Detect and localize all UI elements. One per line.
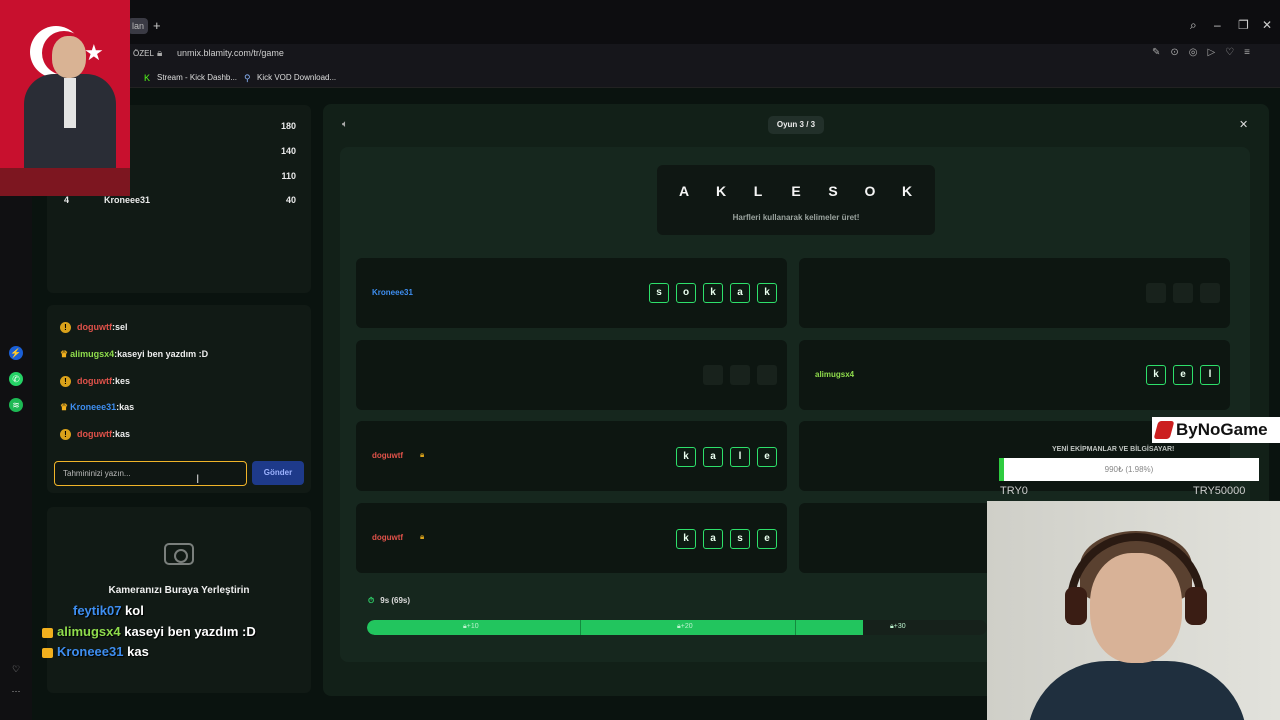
round-indicator: Oyun 3 / 3 (768, 116, 824, 134)
coin-icon: ! (60, 322, 71, 334)
browser-tab[interactable]: lan (128, 18, 148, 34)
timer-progress: 🔒︎+10 🔒︎+20 🔒︎+30 (367, 620, 987, 635)
bookmark-kick-dashboard[interactable]: Stream - Kick Dashb... (157, 73, 237, 82)
word-letter: a (730, 283, 750, 303)
word-letter: l (730, 447, 750, 467)
letter-tile: K (901, 183, 913, 199)
letter-tile: K (715, 183, 727, 199)
coin-icon: ! (60, 376, 71, 388)
link-icon: ⚲ (244, 73, 251, 83)
progress-mark: 🔒︎+30 (890, 623, 906, 630)
webcam-video (987, 501, 1280, 720)
search-icon[interactable]: ⌕ (1190, 18, 1197, 33)
crown-icon: ♛ (60, 349, 69, 359)
screen: lan + ⌕ – ❐ ✕ ÖZEL 🔒︎ unmix.blamity.com/… (0, 0, 1280, 720)
stopwatch-icon: ⏱︎ (368, 596, 375, 605)
word-letter: k (757, 283, 777, 303)
new-tab-icon[interactable]: + (153, 18, 167, 34)
progress-divider (795, 620, 796, 635)
slot-player-name: alimugsx4 (815, 370, 855, 379)
word-letter: o (676, 283, 696, 303)
donation-max: TRY50000 (1193, 485, 1246, 497)
camera-panel (47, 507, 311, 693)
empty-letter (1173, 283, 1193, 303)
overlay-chat-message: alimugsx4 kaseyi ben yazdım :D (42, 624, 256, 642)
messenger-icon[interactable]: ⚡ (9, 346, 23, 360)
word-letter: k (676, 529, 696, 549)
progress-divider (580, 620, 581, 635)
progress-mark: 🔒︎+20 (677, 623, 693, 630)
donation-goal-title: YENİ EKİPMANLAR VE BİLGİSAYAR! (1052, 446, 1175, 453)
crown-icon (42, 627, 53, 638)
empty-letter (730, 365, 750, 385)
letter-tile: O (864, 183, 876, 199)
empty-letter (1146, 283, 1166, 303)
heart-icon[interactable]: ♡ (9, 662, 23, 676)
more-icon[interactable]: ⋯ (9, 684, 23, 698)
empty-letter (703, 365, 723, 385)
letter-tile: L (753, 183, 763, 199)
text-cursor-icon: I (196, 472, 200, 486)
lock-icon: 🔒︎ (420, 450, 425, 459)
word-letter: k (676, 447, 696, 467)
crown-icon: ♛ (60, 402, 69, 412)
word-letter: e (757, 529, 777, 549)
whatsapp-icon[interactable]: ✆ (9, 372, 23, 386)
word-letter: l (1200, 365, 1220, 385)
empty-letter (757, 365, 777, 385)
word-letter: s (730, 529, 750, 549)
overlay-chat-message: feytik07 kol (73, 603, 144, 618)
kick-icon: K (144, 73, 151, 83)
chat-message: ♛ alimugsx4:kaseyi ben yazdım :D (60, 349, 209, 359)
word-letter: k (1146, 365, 1166, 385)
spotify-icon[interactable]: ≋ (9, 398, 23, 412)
donation-progress: 990₺ (1.98%) (999, 458, 1259, 481)
overlay-chat-message: Kroneee31 kas (42, 644, 149, 662)
bookmark-kick-vod[interactable]: Kick VOD Download... (257, 73, 336, 82)
slot-player-name: doguwtf (372, 533, 404, 542)
toolbar-icons[interactable]: ✎⊙◎▷♡≡ (1152, 47, 1260, 58)
letters-hint: Harfleri kullanarak kelimeler üret! (732, 213, 860, 222)
camera-icon (164, 543, 194, 565)
timer-progress-fill (367, 620, 863, 635)
slot-player-name: doguwtf (372, 451, 404, 460)
slot-player-name: Kroneee31 (372, 288, 413, 297)
send-button[interactable]: Gönder (252, 461, 304, 485)
progress-mark: 🔒︎+10 (463, 623, 479, 630)
speaker-icon[interactable]: 🔈︎ (342, 119, 348, 130)
minimize-icon[interactable]: – (1214, 18, 1221, 32)
word-letter: k (703, 283, 723, 303)
letter-tile: A (678, 183, 690, 199)
word-letter: s (649, 283, 669, 303)
chat-message: ♛ Kroneee31:kas (60, 402, 135, 412)
close-window-icon[interactable]: ✕ (1262, 18, 1272, 32)
leaderboard-row: 4 Kroneee31 40 (64, 195, 296, 205)
flag-overlay-image: ★ (0, 0, 130, 196)
url-field[interactable]: unmix.blamity.com/tr/game (177, 48, 284, 58)
private-label: ÖZEL (133, 49, 154, 58)
browser-tab-bar (0, 0, 1280, 44)
donation-progress-text: 990₺ (1.98%) (1104, 465, 1154, 474)
chat-message: ! doguwtf:kas (60, 429, 130, 443)
chat-message: ! doguwtf:sel (60, 322, 128, 336)
word-letter: a (703, 447, 723, 467)
word-letter: e (1173, 365, 1193, 385)
guess-input[interactable]: Tahmininizi yazın... (54, 461, 247, 486)
word-letter: e (757, 447, 777, 467)
lock-icon[interactable]: 🔒︎ (157, 48, 162, 59)
sponsor-logo: ByNoGame (1152, 417, 1280, 443)
empty-letter (1200, 283, 1220, 303)
restore-icon[interactable]: ❐ (1238, 18, 1249, 32)
letter-tile: S (828, 183, 838, 199)
timer-label: ⏱︎ 9s (69s) (368, 596, 411, 605)
coin-icon: ! (60, 429, 71, 441)
camera-title: Kameranızı Buraya Yerleştirin (108, 585, 250, 596)
letter-tile: E (791, 183, 801, 199)
donation-min: TRY0 (1000, 485, 1028, 497)
crown-icon (42, 647, 53, 658)
word-letter: a (703, 529, 723, 549)
chat-message: ! doguwtf:kes (60, 376, 130, 390)
close-icon[interactable]: ✕ (1239, 118, 1248, 131)
lock-icon: 🔒︎ (420, 532, 425, 541)
